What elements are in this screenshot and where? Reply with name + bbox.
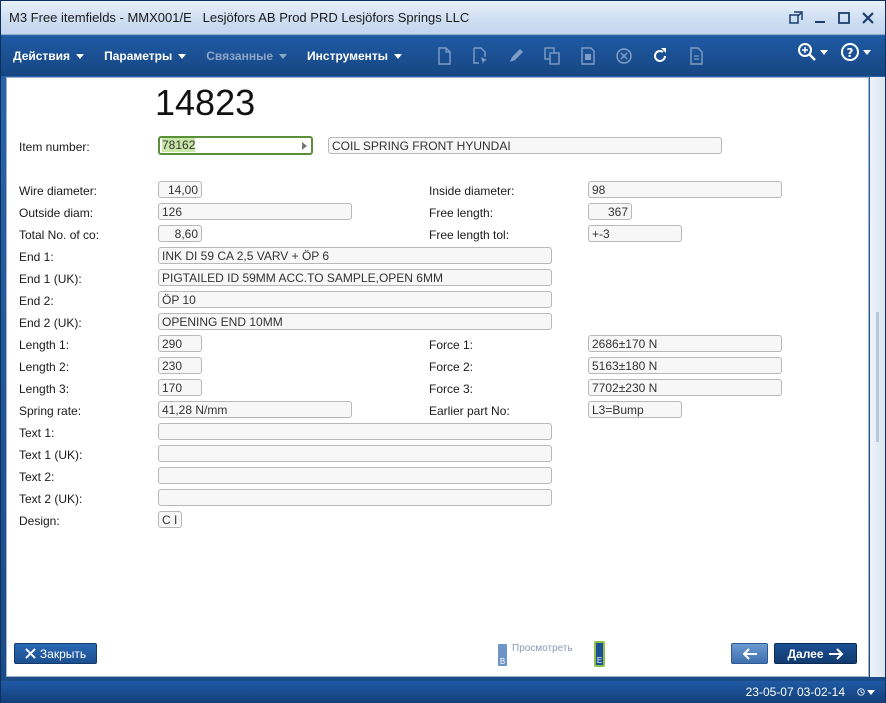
end2-label: End 2: — [19, 294, 54, 308]
force3-label: Force 3: — [429, 382, 474, 396]
side-scroll-strip[interactable] — [870, 77, 885, 677]
menu-tools[interactable]: Инструменты — [295, 36, 410, 76]
zoom-icon — [798, 43, 816, 61]
title-bar: M3 Free itemfields - MMX001/E Lesjöfors … — [1, 1, 885, 35]
earlier-part-label: Earlier part No: — [429, 404, 510, 418]
form-panel: 14823 Item number: 78162 COIL SPRING FRO… — [6, 77, 869, 677]
text1-field[interactable] — [158, 423, 552, 440]
free-length-tol-field[interactable]: +-3 — [588, 225, 682, 242]
svg-text:?: ? — [847, 46, 854, 60]
copy-cursor-icon[interactable] — [470, 46, 490, 66]
back-button[interactable] — [731, 643, 768, 664]
preview-label[interactable]: Просмотреть — [512, 643, 573, 654]
next-button[interactable]: Далее — [774, 643, 857, 664]
application-window: M3 Free itemfields - MMX001/E Lesjöfors … — [0, 0, 886, 703]
length2-field[interactable]: 230 — [158, 357, 202, 374]
item-number-label: Item number: — [19, 140, 90, 154]
chevron-down-icon — [394, 53, 403, 59]
status-bar: 23-05-07 03-02-14 — [1, 681, 885, 703]
outside-diam-label: Outside diam: — [19, 206, 94, 220]
end2-field[interactable]: ÖP 10 — [158, 291, 552, 308]
end2-uk-field[interactable]: OPENING END 10MM — [158, 313, 552, 330]
text2-uk-label: Text 2 (UK): — [19, 492, 83, 506]
restore-window-icon[interactable] — [787, 9, 805, 26]
text2-uk-field[interactable] — [158, 489, 552, 506]
close-button[interactable]: Закрыть — [14, 643, 97, 664]
arrow-right-icon — [828, 647, 843, 660]
text2-label: Text 2: — [19, 470, 55, 484]
force1-field[interactable]: 2686±170 N — [588, 335, 782, 352]
text2-field[interactable] — [158, 467, 552, 484]
clock-menu-button[interactable] — [857, 683, 875, 701]
wire-diameter-label: Wire diameter: — [19, 184, 98, 198]
chevron-down-icon — [279, 53, 288, 59]
earlier-part-field[interactable]: L3=Bump — [588, 401, 682, 418]
close-window-icon[interactable] — [859, 9, 877, 26]
new-document-icon[interactable] — [434, 46, 454, 66]
end2-uk-label: End 2 (UK): — [19, 316, 82, 330]
chevron-down-icon — [867, 689, 875, 695]
end1-uk-field[interactable]: PIGTAILED ID 59MM ACC.TO SAMPLE,OPEN 6MM — [158, 269, 552, 286]
outside-diam-field[interactable]: 126 — [158, 203, 352, 220]
length1-field[interactable]: 290 — [158, 335, 202, 352]
length1-label: Length 1: — [19, 338, 70, 352]
main-toolbar: Действия Параметры Связанные Инструменты — [1, 36, 885, 76]
inside-diameter-field[interactable]: 98 — [588, 181, 782, 198]
page-title: 14823 — [155, 82, 256, 123]
chevron-down-icon — [820, 49, 828, 55]
force2-field[interactable]: 5163±180 N — [588, 357, 782, 374]
free-length-label: Free length: — [429, 206, 494, 220]
chevron-down-icon — [178, 53, 187, 59]
total-coils-label: Total No. of co: — [19, 228, 100, 242]
clock-icon — [857, 688, 865, 696]
spring-rate-field[interactable]: 41,28 N/mm — [158, 401, 352, 418]
edit-pencil-icon[interactable] — [506, 46, 526, 66]
help-icon: ? — [841, 43, 859, 61]
preview-b-toggle[interactable]: B — [498, 644, 507, 666]
length3-field[interactable]: 170 — [158, 379, 202, 396]
menu-related[interactable]: Связанные — [194, 36, 295, 76]
wire-diameter-field[interactable]: 14,00 — [158, 181, 202, 198]
text1-uk-field[interactable] — [158, 445, 552, 462]
arrow-left-icon — [742, 647, 757, 660]
inside-diameter-label: Inside diameter: — [429, 184, 515, 198]
end1-label: End 1: — [19, 250, 54, 264]
spring-rate-label: Spring rate: — [19, 404, 82, 418]
open-doc-icon[interactable] — [578, 46, 598, 66]
force1-label: Force 1: — [429, 338, 474, 352]
menu-actions[interactable]: Действия — [1, 36, 92, 76]
menu-options[interactable]: Параметры — [92, 36, 194, 76]
design-field[interactable]: C I — [158, 511, 182, 528]
end1-uk-label: End 1 (UK): — [19, 272, 82, 286]
free-length-field[interactable]: 367 — [588, 203, 632, 220]
design-label: Design: — [19, 514, 60, 528]
status-timestamp: 23-05-07 03-02-14 — [745, 685, 845, 699]
maximize-icon[interactable] — [835, 9, 853, 26]
delete-circle-icon[interactable] — [614, 46, 634, 66]
force2-label: Force 2: — [429, 360, 474, 374]
zoom-menu-button[interactable] — [797, 42, 828, 62]
window-title: M3 Free itemfields - MMX001/E Lesjöfors … — [9, 10, 470, 25]
item-description-field: COIL SPRING FRONT HYUNDAI — [328, 137, 722, 154]
chevron-down-icon — [76, 53, 85, 59]
preview-e-toggle[interactable]: E — [594, 641, 605, 667]
chevron-down-icon — [863, 49, 871, 55]
total-coils-field[interactable]: 8,60 — [158, 225, 202, 242]
refresh-icon[interactable] — [650, 46, 670, 66]
text1-label: Text 1: — [19, 426, 55, 440]
length3-label: Length 3: — [19, 382, 70, 396]
item-number-input[interactable]: 78162 — [158, 136, 313, 155]
page-icon[interactable] — [686, 46, 706, 66]
text1-uk-label: Text 1 (UK): — [19, 448, 83, 462]
help-menu-button[interactable]: ? — [840, 42, 871, 62]
prompt-arrow-icon[interactable] — [302, 142, 307, 150]
end1-field[interactable]: INK DI 59 CA 2,5 VARV + ÖP 6 — [158, 247, 552, 264]
copy-pages-icon[interactable] — [542, 46, 562, 66]
minimize-icon[interactable] — [811, 9, 829, 26]
close-icon — [25, 648, 36, 659]
free-length-tol-label: Free length tol: — [429, 228, 510, 242]
length2-label: Length 2: — [19, 360, 70, 374]
force3-field[interactable]: 7702±230 N — [588, 379, 782, 396]
